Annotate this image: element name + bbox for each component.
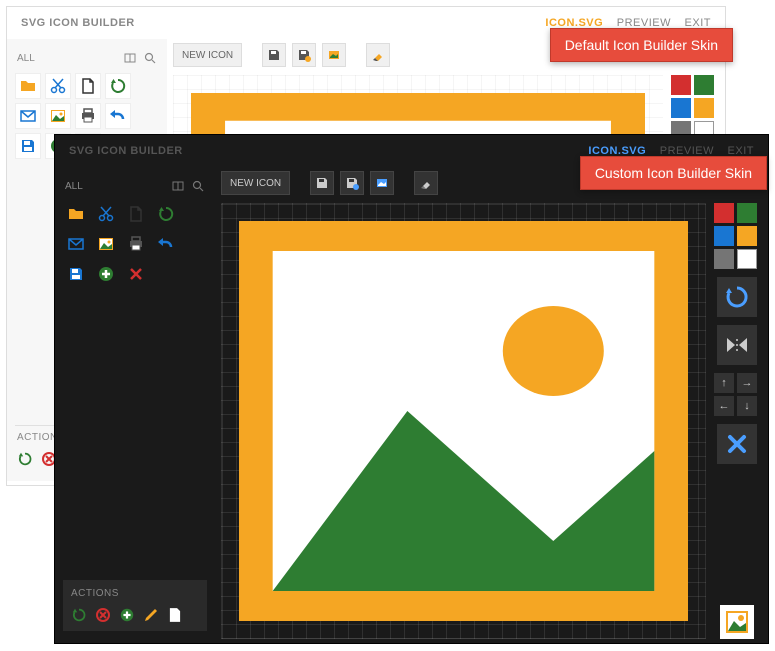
icon-palette bbox=[63, 201, 207, 287]
undo-icon[interactable] bbox=[105, 103, 131, 129]
refresh-icon[interactable] bbox=[105, 73, 131, 99]
sidebar: ALL ACTIONS bbox=[55, 167, 215, 639]
sidebar-header: ALL bbox=[17, 53, 35, 64]
save-button[interactable] bbox=[310, 171, 334, 195]
app-title: SVG ICON BUILDER bbox=[69, 145, 183, 157]
swatch[interactable] bbox=[671, 75, 691, 95]
cut-icon[interactable] bbox=[45, 73, 71, 99]
folder-icon[interactable] bbox=[63, 201, 89, 227]
action-delete[interactable] bbox=[95, 607, 111, 623]
mail-icon[interactable] bbox=[15, 103, 41, 129]
badge-custom-skin: Custom Icon Builder Skin bbox=[580, 156, 767, 190]
actions-panel: ACTIONS bbox=[63, 580, 207, 631]
new-icon-button[interactable]: NEW ICON bbox=[173, 43, 242, 67]
export-button[interactable] bbox=[370, 171, 394, 195]
plus-icon[interactable] bbox=[93, 261, 119, 287]
image-icon[interactable] bbox=[45, 103, 71, 129]
print-icon[interactable] bbox=[123, 231, 149, 257]
export-button[interactable] bbox=[322, 43, 346, 67]
swatch[interactable] bbox=[671, 98, 691, 118]
canvas[interactable] bbox=[221, 203, 706, 639]
new-icon-button[interactable]: NEW ICON bbox=[221, 171, 290, 195]
save-as-button[interactable] bbox=[340, 171, 364, 195]
swatch[interactable] bbox=[714, 203, 734, 223]
sidebar-header: ALL bbox=[65, 181, 83, 192]
color-swatches bbox=[671, 75, 717, 141]
nudge-down[interactable]: ↓ bbox=[737, 396, 757, 416]
print-icon[interactable] bbox=[75, 103, 101, 129]
cut-icon[interactable] bbox=[93, 201, 119, 227]
document-icon[interactable] bbox=[75, 73, 101, 99]
folder-icon[interactable] bbox=[15, 73, 41, 99]
action-plus[interactable] bbox=[119, 607, 135, 623]
nudge-controls: ↑ → ← ↓ bbox=[714, 373, 760, 416]
action-refresh[interactable] bbox=[17, 451, 33, 467]
swatch[interactable] bbox=[737, 203, 757, 223]
mail-icon[interactable] bbox=[63, 231, 89, 257]
artwork-image-icon bbox=[239, 221, 688, 621]
refresh-icon[interactable] bbox=[153, 201, 179, 227]
save-icon[interactable] bbox=[63, 261, 89, 287]
clear-button[interactable] bbox=[717, 424, 757, 464]
app-title: SVG ICON BUILDER bbox=[21, 17, 135, 29]
swatch[interactable] bbox=[714, 226, 734, 246]
close-icon[interactable] bbox=[123, 261, 149, 287]
save-icon[interactable] bbox=[15, 133, 41, 159]
eraser-button[interactable] bbox=[366, 43, 390, 67]
preview-thumbnail[interactable] bbox=[720, 605, 754, 639]
rotate-button[interactable] bbox=[717, 277, 757, 317]
color-swatches bbox=[714, 203, 760, 269]
action-edit[interactable] bbox=[143, 607, 159, 623]
swatch[interactable] bbox=[737, 226, 757, 246]
eraser-button[interactable] bbox=[414, 171, 438, 195]
collapse-icon[interactable] bbox=[171, 179, 185, 193]
action-refresh[interactable] bbox=[71, 607, 87, 623]
collapse-icon[interactable] bbox=[123, 51, 137, 65]
save-button[interactable] bbox=[262, 43, 286, 67]
swatch[interactable] bbox=[737, 249, 757, 269]
swatch[interactable] bbox=[694, 75, 714, 95]
icon-builder-custom-window: SVG ICON BUILDER ICON.SVG PREVIEW EXIT A… bbox=[54, 134, 769, 644]
nudge-right[interactable]: → bbox=[737, 373, 757, 393]
save-as-button[interactable] bbox=[292, 43, 316, 67]
badge-default-skin: Default Icon Builder Skin bbox=[550, 28, 733, 62]
nudge-left[interactable]: ← bbox=[714, 396, 734, 416]
right-panel: ↑ → ← ↓ bbox=[706, 203, 762, 639]
mirror-button[interactable] bbox=[717, 325, 757, 365]
undo-icon[interactable] bbox=[153, 231, 179, 257]
actions-label: ACTIONS bbox=[71, 588, 199, 599]
search-icon[interactable] bbox=[143, 51, 157, 65]
nudge-up[interactable]: ↑ bbox=[714, 373, 734, 393]
search-icon[interactable] bbox=[191, 179, 205, 193]
swatch[interactable] bbox=[714, 249, 734, 269]
swatch[interactable] bbox=[694, 98, 714, 118]
document-icon[interactable] bbox=[123, 201, 149, 227]
action-document[interactable] bbox=[167, 607, 183, 623]
image-icon[interactable] bbox=[93, 231, 119, 257]
